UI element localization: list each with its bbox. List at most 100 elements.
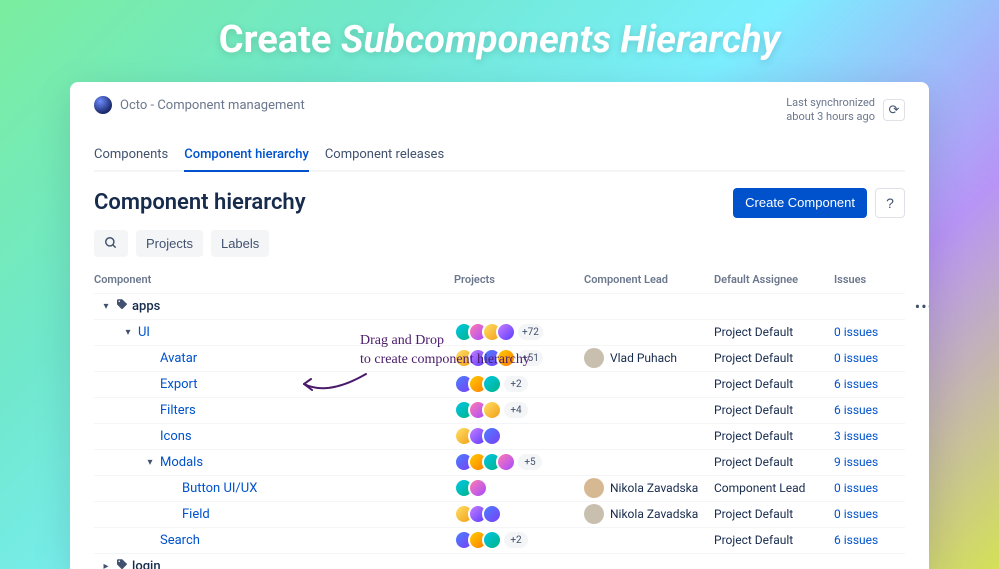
issues-cell: 6 issues: [834, 533, 914, 548]
lead-name[interactable]: Vlad Puhach: [610, 351, 677, 365]
project-avatar[interactable]: [482, 426, 502, 446]
projects-more-badge[interactable]: +2: [504, 376, 528, 392]
projects-more-badge[interactable]: +51: [518, 350, 543, 366]
component-name[interactable]: Avatar: [160, 351, 197, 366]
issues-cell: 0 issues: [834, 351, 914, 366]
issues-link[interactable]: 6 issues: [834, 533, 878, 547]
table-row[interactable]: Avatar +51 Vlad Puhach Project Default0 iss…: [94, 346, 905, 372]
page-title: Component hierarchy: [94, 190, 306, 215]
table-row[interactable]: Button UI/UX Nikola Zavadska Component Lea…: [94, 476, 905, 502]
help-button[interactable]: ?: [875, 188, 905, 218]
tab-components[interactable]: Components: [94, 141, 168, 170]
issues-link[interactable]: 6 issues: [834, 403, 878, 417]
brand-label: Octo - Component management: [120, 98, 305, 113]
table-row[interactable]: ▸ login: [94, 554, 905, 569]
issues-link[interactable]: 0 issues: [834, 507, 878, 521]
table-row[interactable]: Field Nikola Zavadska Project Default0 iss…: [94, 502, 905, 528]
assignee-cell: Component Lead: [714, 481, 834, 495]
create-component-button[interactable]: Create Component: [733, 188, 867, 218]
project-avatar[interactable]: [482, 400, 502, 420]
table-row[interactable]: Search +2 Project Default6 issues: [94, 528, 905, 554]
component-name[interactable]: Field: [182, 507, 210, 522]
table-row[interactable]: ▾UI+72Project Default0 issues: [94, 320, 905, 346]
project-avatar[interactable]: [468, 478, 488, 498]
lead-name[interactable]: Nikola Zavadska: [610, 507, 698, 521]
avatar[interactable]: [584, 478, 604, 498]
tabs: Components Component hierarchy Component…: [94, 141, 905, 172]
project-avatar[interactable]: [482, 504, 502, 524]
tab-hierarchy[interactable]: Component hierarchy: [184, 141, 309, 172]
chevron-down-icon[interactable]: ▾: [100, 300, 112, 312]
project-avatar[interactable]: [496, 348, 516, 368]
issues-cell: 6 issues: [834, 377, 914, 392]
sync-button[interactable]: ⟳: [883, 99, 905, 121]
component-name[interactable]: Filters: [160, 403, 196, 418]
project-avatar[interactable]: [496, 322, 516, 342]
projects-more-badge[interactable]: +4: [504, 402, 528, 418]
projects-cell: +51: [454, 348, 584, 368]
component-name[interactable]: Icons: [160, 429, 192, 444]
component-table: Component Projects Component Lead Defaul…: [94, 273, 905, 569]
component-name[interactable]: UI: [138, 325, 150, 340]
avatar[interactable]: [584, 348, 604, 368]
app-window: Octo - Component management Last synchro…: [70, 82, 929, 569]
project-avatar[interactable]: [496, 452, 516, 472]
hero-title: Create Subcomponents Hierarchy: [0, 0, 999, 62]
assignee-cell: Project Default: [714, 533, 834, 547]
project-avatar[interactable]: [482, 530, 502, 550]
issues-link[interactable]: 6 issues: [834, 377, 878, 391]
issues-cell: 0 issues: [834, 325, 914, 340]
projects-cell: [454, 478, 584, 498]
col-projects: Projects: [454, 273, 584, 286]
issues-cell: 0 issues: [834, 507, 914, 522]
search-button[interactable]: [94, 230, 128, 257]
lead-name[interactable]: Nikola Zavadska: [610, 481, 698, 495]
table-row[interactable]: IconsProject Default3 issues: [94, 424, 905, 450]
table-row[interactable]: Export+2Project Default6 issues: [94, 372, 905, 398]
lead-cell: Nikola Zavadska: [584, 504, 714, 524]
table-row[interactable]: ▾Modals+5Project Default9 issues: [94, 450, 905, 476]
brand-icon: [94, 96, 112, 114]
chevron-down-icon[interactable]: ▾: [144, 456, 156, 468]
projects-more-badge[interactable]: +2: [504, 532, 528, 548]
projects-more-badge[interactable]: +72: [518, 324, 543, 340]
tag-icon: [116, 298, 128, 314]
row-actions[interactable]: •••: [914, 297, 929, 316]
chevron-right-icon[interactable]: ▸: [100, 560, 112, 569]
assignee-cell: Project Default: [714, 403, 834, 417]
component-name[interactable]: apps: [132, 299, 160, 314]
lead-cell: Vlad Puhach: [584, 348, 714, 368]
issues-link[interactable]: 0 issues: [834, 351, 878, 365]
assignee-cell: Project Default: [714, 351, 834, 365]
col-assignee: Default Assignee: [714, 273, 834, 286]
brand: Octo - Component management: [94, 96, 305, 114]
assignee-cell: Project Default: [714, 507, 834, 521]
table-row[interactable]: Filters +4 Project Default6 issues: [94, 398, 905, 424]
project-avatar[interactable]: [482, 374, 502, 394]
issues-link[interactable]: 0 issues: [834, 325, 878, 339]
issues-cell: 0 issues: [834, 481, 914, 496]
col-lead: Component Lead: [584, 273, 714, 286]
issues-link[interactable]: 3 issues: [834, 429, 878, 443]
col-issues: Issues: [834, 273, 914, 286]
component-name[interactable]: Export: [160, 377, 198, 392]
avatar[interactable]: [584, 504, 604, 524]
labels-filter[interactable]: Labels: [211, 230, 269, 257]
col-component: Component: [94, 273, 454, 286]
projects-more-badge[interactable]: +5: [518, 454, 542, 470]
issues-link[interactable]: 9 issues: [834, 455, 878, 469]
projects-filter[interactable]: Projects: [136, 230, 203, 257]
chevron-down-icon[interactable]: ▾: [122, 326, 134, 338]
component-name[interactable]: login: [132, 559, 161, 569]
sync-status: Last synchronized about 3 hours ago: [786, 96, 875, 125]
tab-releases[interactable]: Component releases: [325, 141, 444, 170]
projects-cell: +5: [454, 452, 584, 472]
issues-link[interactable]: 0 issues: [834, 481, 878, 495]
lead-cell: Nikola Zavadska: [584, 478, 714, 498]
component-name[interactable]: Button UI/UX: [182, 481, 257, 496]
issues-cell: 9 issues: [834, 455, 914, 470]
component-name[interactable]: Search: [160, 533, 200, 548]
table-row[interactable]: ▾apps•••: [94, 294, 905, 320]
component-name[interactable]: Modals: [160, 455, 203, 470]
search-icon: [104, 236, 118, 250]
